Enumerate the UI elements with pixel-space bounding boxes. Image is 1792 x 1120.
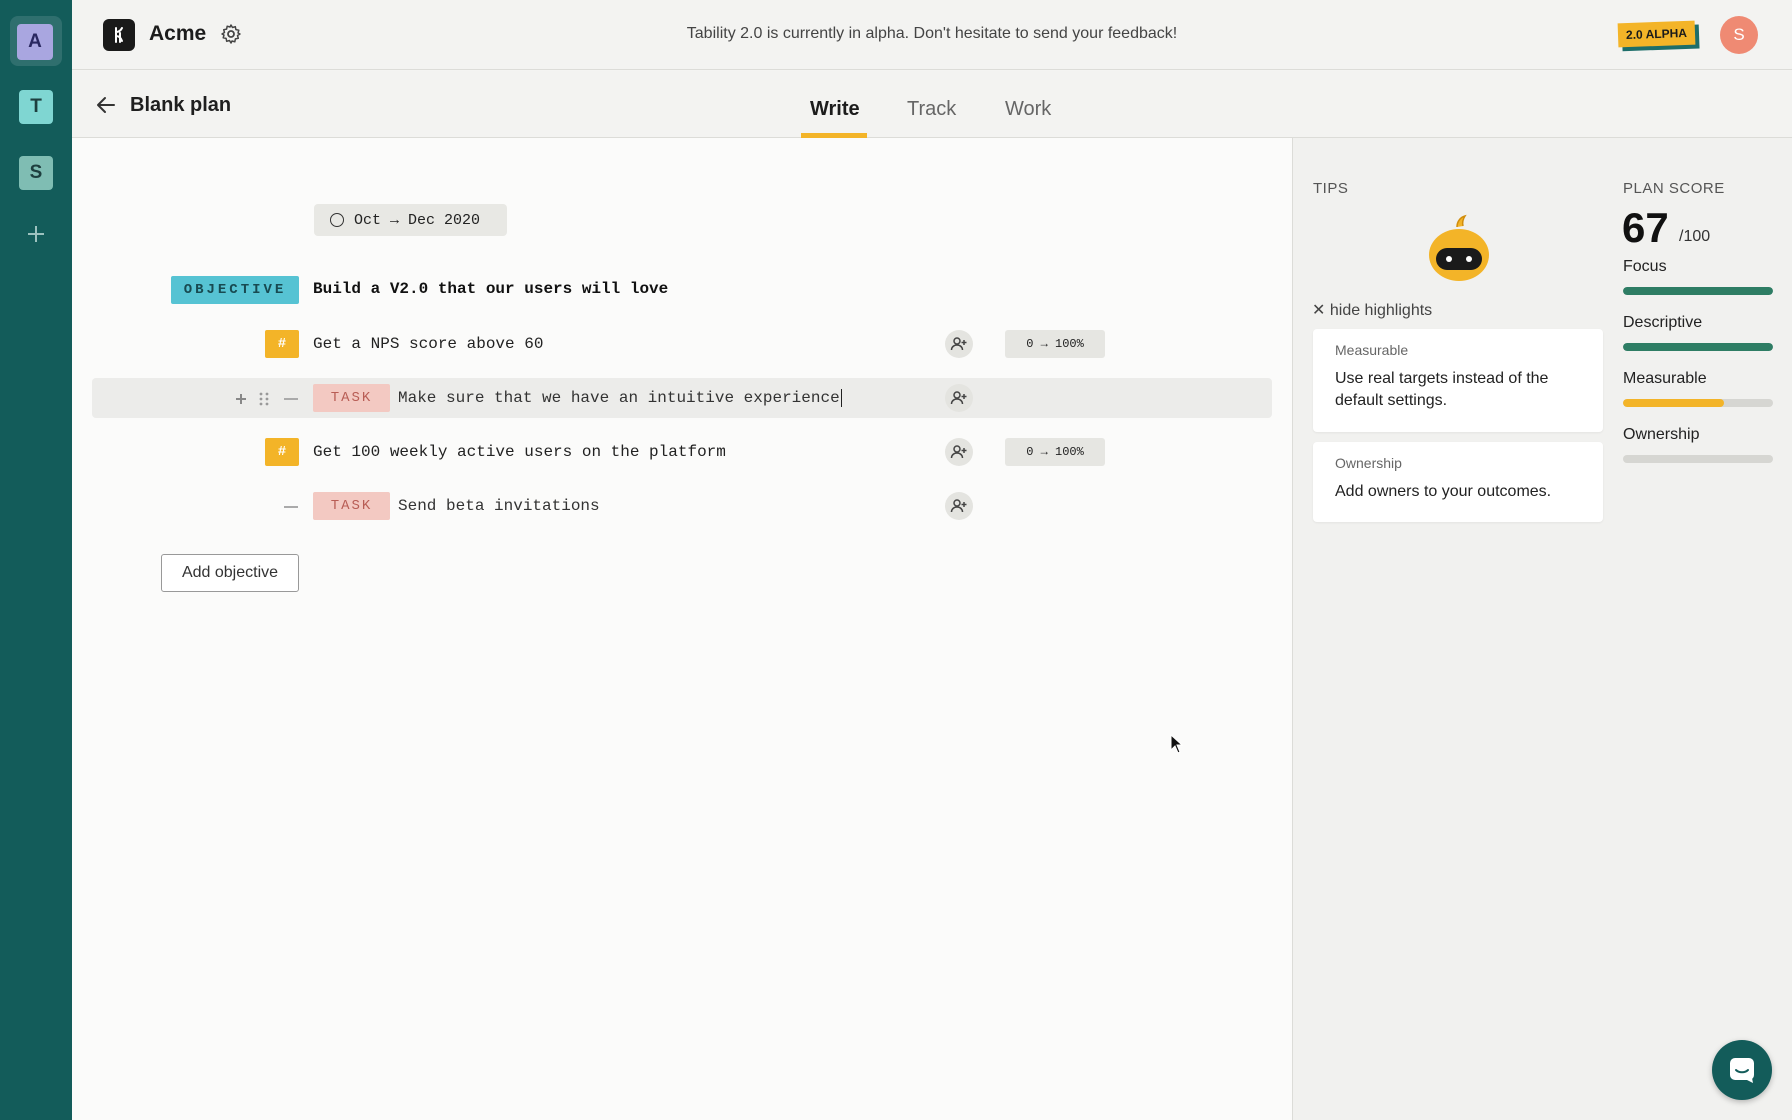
workspace-s-button[interactable]: S xyxy=(19,156,53,190)
insights-panel: TIPS ✕ hide highlights Measurable Use re… xyxy=(1292,138,1792,1120)
hide-highlights-label: hide highlights xyxy=(1329,302,1433,319)
alpha-badge: 2.0 ALPHA xyxy=(1617,20,1696,48)
metric-label: Measurable xyxy=(1623,370,1707,387)
key-result-icon: # xyxy=(265,330,299,358)
task-indent-dash xyxy=(284,506,298,508)
alpha-banner: Tability 2.0 is currently in alpha. Don'… xyxy=(686,25,1178,42)
user-avatar[interactable]: S xyxy=(1720,16,1758,54)
key-result-icon: # xyxy=(265,438,299,466)
add-user-icon xyxy=(950,445,967,459)
drag-handle[interactable] xyxy=(258,392,270,410)
plan-score-value: 67 xyxy=(1622,204,1669,251)
metric-label: Focus xyxy=(1623,258,1667,275)
tab-work[interactable]: Work xyxy=(1005,98,1051,135)
metric-label: Ownership xyxy=(1623,426,1700,443)
date-range-chip[interactable]: Oct → Dec 2020 xyxy=(314,204,507,236)
add-workspace-button[interactable] xyxy=(22,220,50,248)
assign-owner-button[interactable] xyxy=(945,438,973,466)
metric-bar-fill xyxy=(1623,343,1773,351)
task-text: Make sure that we have an intuitive expe… xyxy=(398,389,840,408)
tip-title: Ownership xyxy=(1335,455,1402,471)
task-text[interactable]: Send beta invitations xyxy=(398,497,600,515)
plan-score-heading: PLAN SCORE xyxy=(1623,180,1725,197)
assign-owner-button[interactable] xyxy=(945,330,973,358)
tips-heading: TIPS xyxy=(1313,180,1349,197)
assign-owner-button[interactable] xyxy=(945,492,973,520)
task-tag: TASK xyxy=(313,492,390,520)
add-user-icon xyxy=(950,499,967,513)
key-result-text[interactable]: Get a NPS score above 60 xyxy=(313,335,543,353)
back-button[interactable] xyxy=(94,93,118,117)
workspace-a-button[interactable]: A xyxy=(17,24,53,60)
metric-bar xyxy=(1623,287,1773,295)
key-result-text[interactable]: Get 100 weekly active users on the platf… xyxy=(313,443,726,461)
tip-card-ownership[interactable]: Ownership Add owners to your outcomes. xyxy=(1313,442,1603,522)
objective-tag: OBJECTIVE xyxy=(171,276,299,304)
metric-bar xyxy=(1623,455,1773,463)
tip-title: Measurable xyxy=(1335,342,1409,358)
metric-bar xyxy=(1623,343,1773,351)
workspace-sidebar: A T S xyxy=(0,0,72,1120)
date-range-label: Oct → Dec 2020 xyxy=(354,211,481,229)
tip-body: Add owners to your outcomes. xyxy=(1335,483,1552,500)
plan-editor: Oct → Dec 2020 OBJECTIVE Build a V2.0 th… xyxy=(72,138,1292,1120)
text-caret xyxy=(840,389,842,407)
task-text-input[interactable]: Make sure that we have an intuitive expe… xyxy=(398,389,842,407)
metric-bar-fill xyxy=(1623,287,1773,295)
metric-bar xyxy=(1623,399,1773,407)
stopwatch-icon xyxy=(330,213,344,227)
plus-icon xyxy=(236,394,246,404)
target-range-chip[interactable]: 0 → 100% xyxy=(1005,330,1105,358)
plan-header: Blank plan Write Track Work xyxy=(72,71,1792,138)
metric-label: Descriptive xyxy=(1623,314,1703,331)
support-chat-button[interactable] xyxy=(1712,1040,1772,1100)
close-icon: ✕ xyxy=(1312,302,1326,319)
metric-bar-fill xyxy=(1623,399,1724,407)
target-range-chip[interactable]: 0 → 100% xyxy=(1005,438,1105,466)
tab-track[interactable]: Track xyxy=(907,98,956,135)
add-objective-button[interactable]: Add objective xyxy=(161,554,299,592)
top-bar: Acme Tability 2.0 is currently in alpha.… xyxy=(72,0,1792,70)
plan-score-max: /100 xyxy=(1679,228,1711,245)
add-user-icon xyxy=(950,391,967,405)
assign-owner-button[interactable] xyxy=(945,384,973,412)
plan-title: Blank plan xyxy=(130,94,232,116)
objective-title[interactable]: Build a V2.0 that our users will love xyxy=(313,280,668,298)
mouse-cursor-icon xyxy=(1170,734,1184,754)
task-tag: TASK xyxy=(313,384,390,412)
drag-dots-icon xyxy=(259,392,269,406)
arrow-left-icon xyxy=(97,97,115,113)
chat-icon xyxy=(1730,1058,1754,1083)
workspace-t-button[interactable]: T xyxy=(19,90,53,124)
task-indent-dash xyxy=(284,398,298,400)
add-user-icon xyxy=(950,337,967,351)
add-row-button[interactable] xyxy=(235,392,247,409)
hide-highlights-button[interactable]: ✕ hide highlights xyxy=(1312,300,1432,320)
tab-write[interactable]: Write xyxy=(810,98,860,135)
tip-card-measurable[interactable]: Measurable Use real targets instead of t… xyxy=(1313,329,1603,432)
tip-body: Use real targets instead of the default … xyxy=(1335,370,1549,409)
plus-icon xyxy=(28,226,44,242)
mascot-icon xyxy=(1429,214,1489,281)
